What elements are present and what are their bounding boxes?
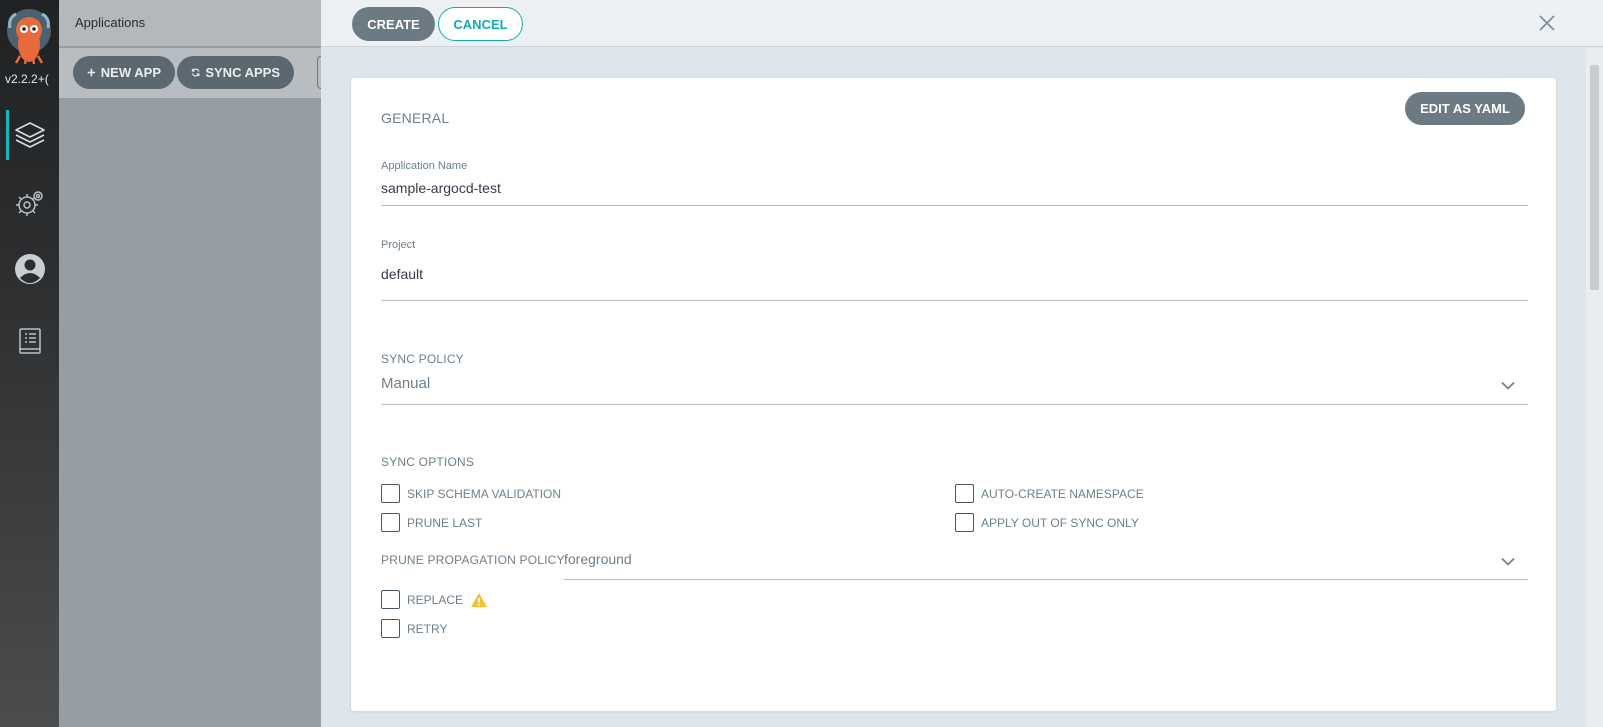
retry-checkbox[interactable]: RETRY — [381, 619, 447, 638]
close-icon[interactable] — [1538, 14, 1556, 32]
applications-header: Applications — [59, 0, 321, 46]
version-label: v2.2.2+( — [5, 72, 49, 86]
checkbox-box[interactable] — [955, 513, 974, 532]
prune-policy-underline — [564, 579, 1528, 580]
new-app-label: NEW APP — [100, 65, 161, 80]
skip-schema-validation-label: SKIP SCHEMA VALIDATION — [407, 486, 562, 501]
settings-gear-icon — [15, 191, 43, 216]
replace-label: REPLACE — [407, 592, 464, 607]
prune-propagation-policy-select[interactable]: foreground — [564, 551, 632, 567]
replace-checkbox[interactable]: REPLACE — [381, 590, 488, 609]
sync-apps-button[interactable]: SYNC APPS — [177, 56, 294, 89]
checkbox-box[interactable] — [381, 484, 400, 503]
skip-schema-validation-checkbox[interactable]: SKIP SCHEMA VALIDATION — [381, 484, 561, 503]
app-name-label: Application Name — [381, 160, 468, 172]
chevron-down-icon[interactable] — [1501, 381, 1515, 390]
prune-last-checkbox[interactable]: PRUNE LAST — [381, 513, 482, 532]
argo-logo-icon[interactable] — [6, 8, 52, 64]
checkbox-box[interactable] — [381, 590, 400, 609]
sync-apps-label: SYNC APPS — [205, 65, 280, 80]
plus-icon — [87, 68, 96, 77]
nav-item-settings[interactable] — [0, 176, 59, 230]
nav-item-applications[interactable] — [0, 108, 59, 162]
warning-icon — [471, 592, 488, 607]
chevron-down-icon[interactable] — [1501, 557, 1515, 566]
new-app-button[interactable]: NEW APP — [73, 56, 175, 89]
scrollbar-thumb[interactable] — [1590, 65, 1599, 290]
left-nav: v2.2.2+( — [0, 0, 59, 727]
prune-last-label: PRUNE LAST — [407, 515, 483, 530]
app-name-underline — [381, 205, 1528, 206]
panel-scrollbar[interactable] — [1586, 48, 1603, 727]
cancel-button[interactable]: CANCEL — [438, 7, 523, 41]
project-label: Project — [381, 239, 416, 251]
general-card: EDIT AS YAML GENERAL Application Name sa… — [351, 78, 1556, 711]
nav-item-documentation[interactable] — [0, 314, 59, 368]
sync-policy-underline — [381, 404, 1528, 405]
nav-item-user-info[interactable] — [0, 242, 59, 296]
app-name-input[interactable]: sample-argocd-test — [381, 180, 501, 196]
applications-panel: Applications NEW APP SYNC APPS — [59, 0, 327, 727]
docs-icon — [18, 328, 41, 354]
prune-propagation-policy-label: PRUNE PROPAGATION POLICY: — [381, 553, 568, 567]
apply-out-of-sync-only-label: APPLY OUT OF SYNC ONLY — [981, 515, 1139, 530]
checkbox-box[interactable] — [381, 513, 400, 532]
applications-toolbar: NEW APP SYNC APPS — [59, 48, 327, 98]
user-icon — [14, 254, 45, 284]
checkbox-box[interactable] — [955, 484, 974, 503]
general-heading: GENERAL — [381, 110, 450, 126]
checkbox-box[interactable] — [381, 619, 400, 638]
apply-out-of-sync-only-checkbox[interactable]: APPLY OUT OF SYNC ONLY — [955, 513, 1139, 532]
sync-policy-select[interactable]: Manual — [381, 375, 430, 392]
create-button[interactable]: CREATE — [352, 7, 435, 41]
panel-header: CREATE CANCEL — [321, 0, 1603, 47]
layers-icon — [14, 122, 45, 148]
auto-create-namespace-checkbox[interactable]: AUTO-CREATE NAMESPACE — [955, 484, 1144, 503]
project-input[interactable]: default — [381, 266, 423, 282]
page-title: Applications — [75, 15, 146, 30]
project-underline — [381, 300, 1528, 301]
sync-icon — [191, 68, 200, 77]
auto-create-namespace-label: AUTO-CREATE NAMESPACE — [981, 486, 1144, 501]
edit-as-yaml-button[interactable]: EDIT AS YAML — [1405, 92, 1525, 125]
sync-options-heading: SYNC OPTIONS — [381, 455, 475, 469]
retry-label: RETRY — [407, 621, 448, 636]
sync-policy-heading: SYNC POLICY — [381, 352, 464, 366]
create-app-panel: CREATE CANCEL EDIT AS YAML GENERAL Appli… — [321, 0, 1603, 727]
